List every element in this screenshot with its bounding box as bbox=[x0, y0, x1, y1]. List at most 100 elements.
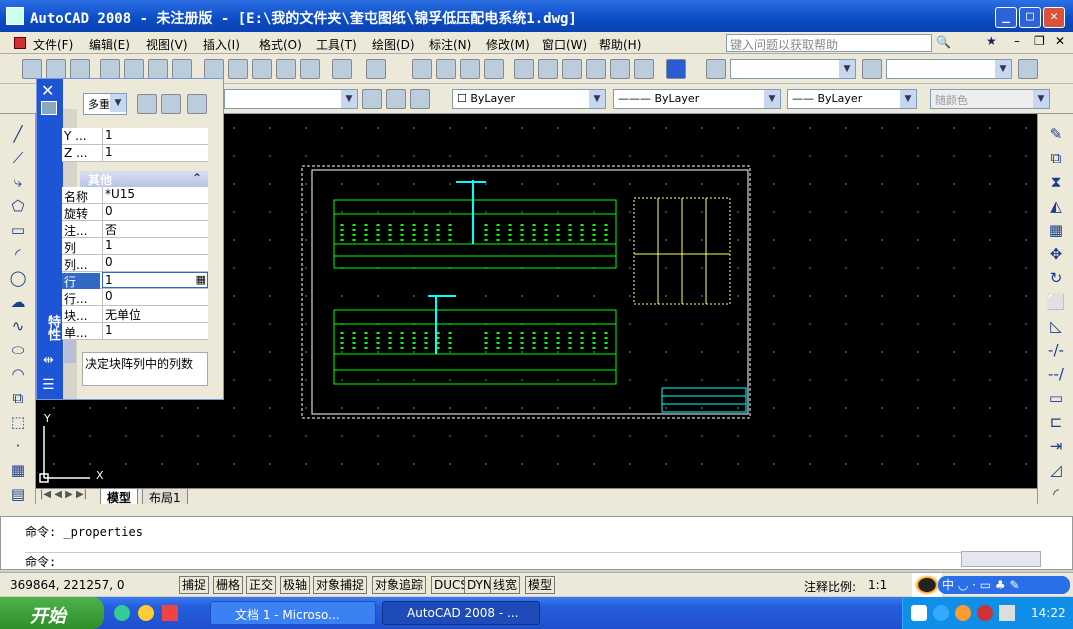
tab-nav-arrows-icon[interactable]: |◀ ◀ ▶ ▶| bbox=[40, 489, 87, 500]
menu-help[interactable]: 帮助(H) bbox=[599, 36, 641, 53]
osnap-button[interactable]: 对象捕捉 bbox=[313, 576, 368, 594]
prop-value[interactable]: 否 bbox=[102, 221, 208, 237]
otrack-button[interactable]: 对象追踪 bbox=[372, 576, 427, 594]
calculator-icon[interactable]: ▦ bbox=[196, 273, 206, 286]
help-icon[interactable] bbox=[666, 59, 686, 79]
gradient-icon[interactable]: ▤ bbox=[8, 484, 28, 504]
preview-icon[interactable] bbox=[124, 59, 144, 79]
rotate-icon[interactable]: ↻ bbox=[1046, 268, 1066, 288]
move-icon[interactable]: ✥ bbox=[1046, 244, 1066, 264]
rectangle-icon[interactable]: ▭ bbox=[8, 220, 28, 240]
doc-close-button[interactable]: ✕ bbox=[1055, 34, 1065, 48]
doc-minimize-button[interactable]: – bbox=[1014, 34, 1020, 48]
splitter[interactable] bbox=[0, 504, 1073, 516]
match-icon[interactable] bbox=[276, 59, 296, 79]
ellipse-arc-icon[interactable]: ◠ bbox=[8, 364, 28, 384]
polyline-icon[interactable]: ⤷ bbox=[8, 172, 28, 192]
prop-row[interactable]: 行... 0 bbox=[62, 289, 208, 306]
color-select[interactable]: ☐ ByLayer ▼ bbox=[452, 89, 606, 109]
pan-icon[interactable] bbox=[412, 59, 432, 79]
erase-icon[interactable]: ✎ bbox=[1046, 124, 1066, 144]
mirror-icon[interactable]: ⧗ bbox=[1046, 172, 1066, 192]
palette-menu-icon[interactable]: ☰ bbox=[42, 377, 55, 393]
spline-icon[interactable]: ∿ bbox=[8, 316, 28, 336]
menu-dimension[interactable]: 标注(N) bbox=[429, 36, 471, 53]
calculator-icon[interactable] bbox=[634, 59, 654, 79]
save-icon[interactable] bbox=[70, 59, 90, 79]
make-block-icon[interactable]: ⬚ bbox=[8, 412, 28, 432]
menu-file[interactable]: 文件(F) bbox=[33, 36, 73, 53]
object-type-select[interactable]: 多重 ▼ bbox=[83, 93, 127, 115]
polar-button[interactable]: 极轴 bbox=[280, 576, 311, 594]
offset-icon[interactable]: ◭ bbox=[1046, 196, 1066, 216]
layer-states-icon[interactable] bbox=[410, 89, 430, 109]
prop-row[interactable]: 名称 *U15 bbox=[62, 187, 208, 204]
markup-icon[interactable] bbox=[610, 59, 630, 79]
tray-qq-icon[interactable] bbox=[955, 605, 971, 621]
new-icon[interactable] bbox=[22, 59, 42, 79]
line-icon[interactable]: ╱ bbox=[8, 124, 28, 144]
plotstyle-select[interactable]: 随颜色 ▼ bbox=[930, 89, 1050, 109]
command-prompt[interactable]: 命令: bbox=[25, 552, 1025, 569]
quicklaunch-app-icon[interactable] bbox=[138, 605, 154, 621]
prop-value[interactable]: 0 bbox=[102, 255, 208, 271]
linetype-select[interactable]: ——— ByLayer ▼ bbox=[613, 89, 781, 109]
start-button[interactable]: 开始 bbox=[0, 597, 104, 629]
grid-button[interactable]: 栅格 bbox=[213, 576, 244, 594]
prop-row[interactable]: 列1 bbox=[62, 238, 208, 255]
close-button[interactable]: ✕ bbox=[1043, 7, 1065, 28]
ortho-button[interactable]: 正交 bbox=[246, 576, 277, 594]
menu-draw[interactable]: 绘图(D) bbox=[372, 36, 415, 53]
break-point-icon[interactable]: ▭ bbox=[1046, 388, 1066, 408]
construction-line-icon[interactable]: ⟋ bbox=[8, 148, 28, 168]
ellipse-icon[interactable]: ⬭ bbox=[8, 340, 28, 360]
menu-format[interactable]: 格式(O) bbox=[259, 36, 302, 53]
command-window[interactable]: 命令: _properties 命令: bbox=[0, 516, 1073, 570]
doc-restore-button[interactable]: ❐ bbox=[1034, 34, 1045, 48]
quick-select-icon[interactable] bbox=[187, 94, 207, 114]
menu-insert[interactable]: 插入(I) bbox=[203, 36, 240, 53]
layer-select[interactable]: ▼ bbox=[224, 89, 358, 109]
zoom-previous-icon[interactable] bbox=[484, 59, 504, 79]
prop-value[interactable]: 1 bbox=[102, 323, 208, 339]
print-icon[interactable] bbox=[100, 59, 120, 79]
paste-icon[interactable] bbox=[252, 59, 272, 79]
palette-properties-icon[interactable]: ⇹ bbox=[43, 353, 54, 368]
annotation-scale-value[interactable]: 1:1 bbox=[868, 578, 887, 592]
search-icon[interactable]: 🔍 bbox=[936, 35, 954, 51]
tab-model[interactable]: 模型 bbox=[100, 489, 139, 505]
tray-network-icon[interactable] bbox=[933, 605, 949, 621]
fillet-icon[interactable]: ◜ bbox=[1046, 484, 1066, 504]
menu-tools[interactable]: 工具(T) bbox=[316, 36, 357, 53]
extend-icon[interactable]: --/ bbox=[1046, 364, 1066, 384]
tab-layout1[interactable]: 布局1 bbox=[142, 489, 188, 505]
table-style-icon[interactable] bbox=[1018, 59, 1038, 79]
prop-value[interactable]: 1 bbox=[102, 128, 208, 144]
point-icon[interactable]: · bbox=[8, 436, 28, 456]
snap-button[interactable]: 捕捉 bbox=[179, 576, 210, 594]
menu-modify[interactable]: 修改(M) bbox=[486, 36, 530, 53]
lineweight-select[interactable]: —— ByLayer ▼ bbox=[787, 89, 917, 109]
help-search-input[interactable]: 键入问题以获取帮助 bbox=[726, 34, 932, 52]
prop-row[interactable]: 列... 0 bbox=[62, 255, 208, 272]
menu-window[interactable]: 窗口(W) bbox=[542, 36, 587, 53]
scale-icon[interactable]: ⬜ bbox=[1046, 292, 1066, 312]
menu-edit[interactable]: 编辑(E) bbox=[89, 36, 130, 53]
prop-row[interactable]: 注... 否 bbox=[62, 221, 208, 238]
insert-block-icon[interactable]: ⧉ bbox=[8, 388, 28, 408]
chamfer-icon[interactable]: ◿ bbox=[1046, 460, 1066, 480]
select-objects-icon[interactable] bbox=[161, 94, 181, 114]
maximize-button[interactable]: □ bbox=[1019, 7, 1041, 28]
hatch-icon[interactable]: ▦ bbox=[8, 460, 28, 480]
arc-icon[interactable]: ◜ bbox=[8, 244, 28, 264]
properties-icon[interactable] bbox=[514, 59, 534, 79]
tray-ime-icon[interactable] bbox=[911, 605, 927, 621]
prop-value[interactable]: *U15 bbox=[102, 187, 208, 203]
autocad-icon[interactable] bbox=[6, 7, 24, 25]
copy-icon[interactable] bbox=[228, 59, 248, 79]
dim-style-icon[interactable] bbox=[862, 59, 882, 79]
prop-value-input[interactable]: 1 bbox=[102, 272, 208, 288]
section-header-other[interactable]: 其他 ⌃ bbox=[80, 171, 208, 187]
prop-value[interactable]: 1 bbox=[102, 238, 208, 254]
array-icon[interactable]: ▦ bbox=[1046, 220, 1066, 240]
